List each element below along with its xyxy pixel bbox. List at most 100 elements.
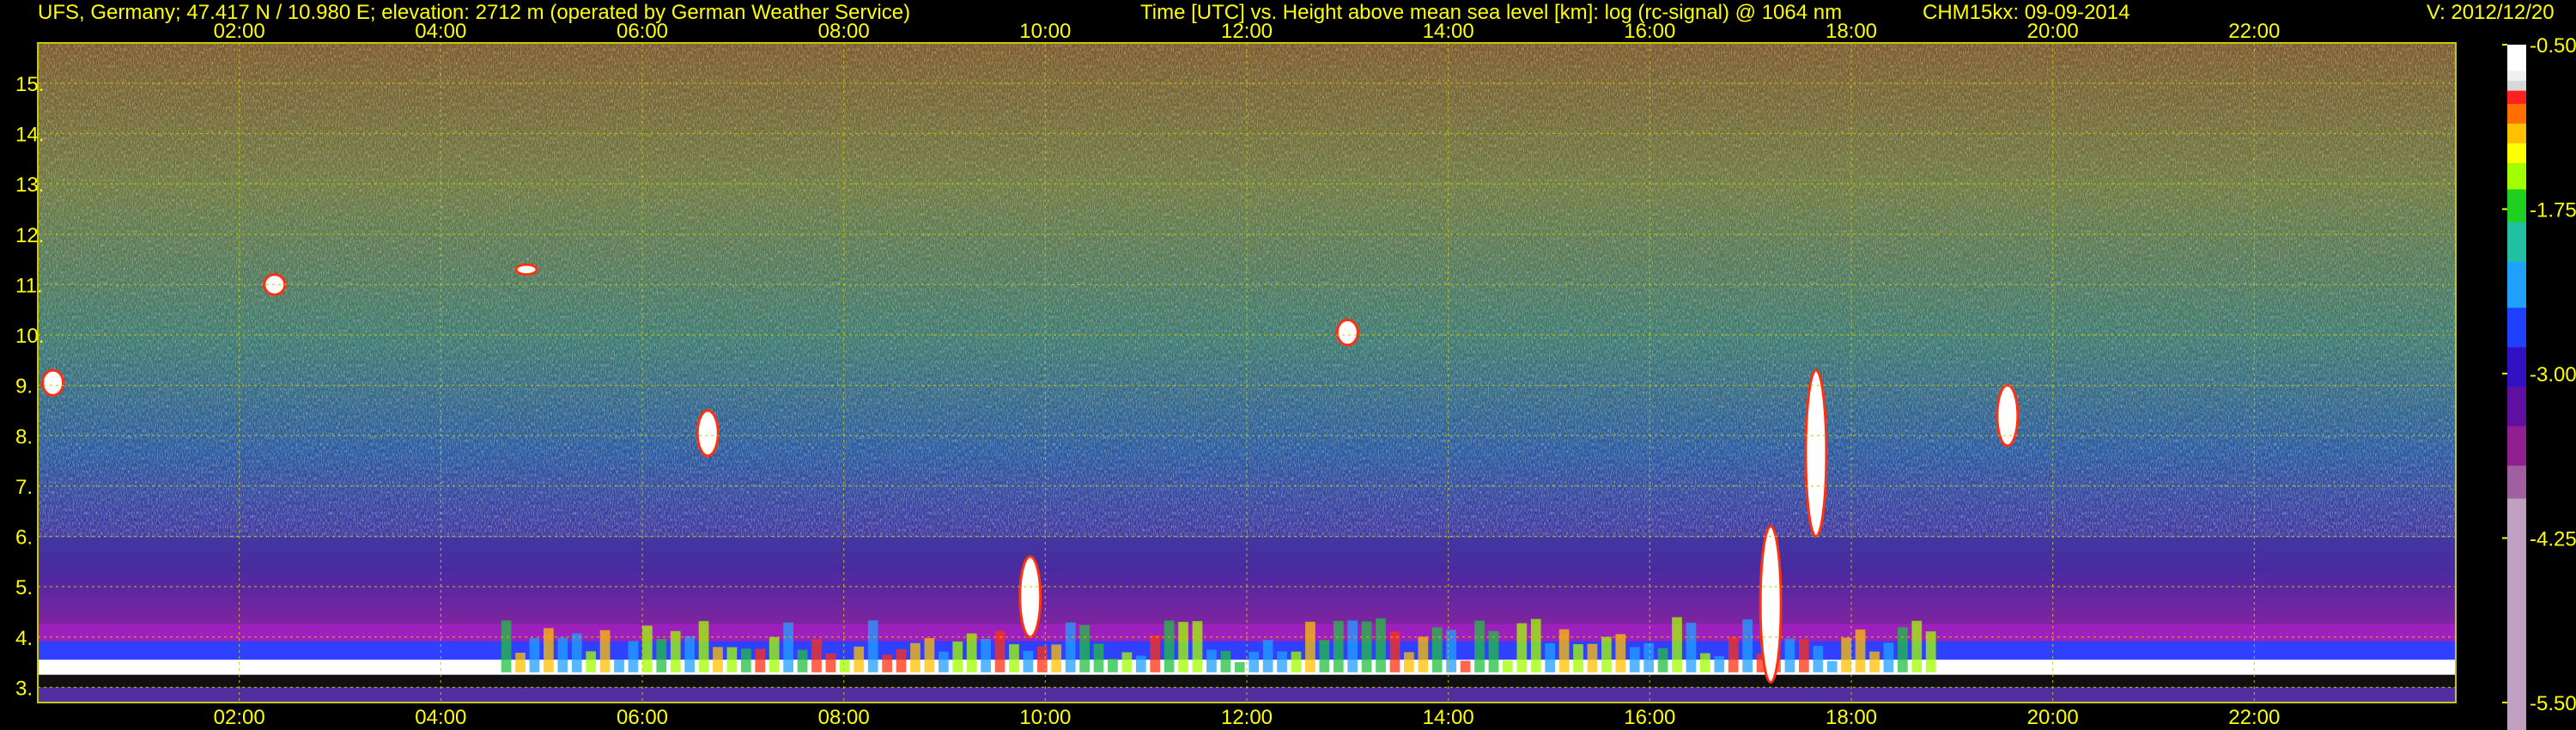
colorbar-segment [2507,426,2526,466]
convective-plume [1615,634,1626,672]
convective-plume [882,654,892,672]
convective-plume [1192,621,1203,672]
convective-plume [1291,651,1302,672]
colorbar-segment [2507,143,2526,164]
convective-plume [1389,631,1400,672]
convective-plume [910,642,920,672]
convective-plume [614,660,624,672]
y-tick-label: 5. [15,576,33,599]
x-tick-label: 16:00 [1624,706,1675,729]
cloud-return [1018,555,1042,639]
colorbar-segment [2507,347,2526,387]
colorbar-segment [2507,261,2526,308]
x-tick-label: 18:00 [1826,20,1877,43]
x-tick-label: 14:00 [1423,706,1474,729]
cloud-return [41,368,65,397]
convective-plume [1234,662,1245,672]
x-tick-label: 04:00 [415,706,466,729]
convective-plume [1206,649,1217,672]
convective-plume [1742,619,1753,672]
convective-plume [1728,636,1739,672]
convective-plume [1587,643,1598,672]
convective-plume [1249,651,1260,672]
convective-plume [1798,639,1809,672]
convective-plume [1813,645,1824,672]
convective-plume [1150,635,1161,672]
colorbar-segment [2507,222,2526,263]
convective-plume [1573,644,1583,672]
convective-plume [1700,653,1710,672]
convective-plume [1503,660,1513,672]
x-tick-label: 10:00 [1019,20,1071,43]
cloud-return [1996,384,2020,447]
convective-plume [769,636,780,672]
convective-plume [544,628,554,672]
convective-plume [1686,623,1697,672]
cloud-return [514,263,538,277]
x-tick-label: 22:00 [2228,706,2280,729]
x-tick-label: 22:00 [2228,20,2280,43]
x-tick-label: 20:00 [2027,706,2079,729]
convective-plume [896,649,907,672]
colorbar-segment [2507,386,2526,427]
convective-plume [599,630,611,672]
x-tick-label: 12:00 [1221,706,1273,729]
y-tick-label: 15. [15,73,44,96]
convective-plume [1277,651,1287,672]
convective-plume [656,639,667,672]
colorbar-label: -4.25 [2530,528,2576,551]
colorbar-label: -3.00 [2530,363,2576,386]
y-tick-label: 4. [15,627,33,650]
convective-plume [1911,620,1923,672]
cloud-return [1804,368,1828,538]
convective-plume [1347,620,1358,672]
colorbar-segment [2507,81,2526,92]
y-tick-label: 10. [15,325,44,348]
convective-plume [1784,638,1795,672]
x-tick-label: 14:00 [1423,20,1474,43]
convective-plume [1601,636,1612,672]
convective-plume [1121,652,1133,672]
convective-plume [1869,651,1880,672]
convective-plume [755,648,766,672]
convective-plume [1361,621,1372,672]
y-tick-label: 8. [15,425,33,448]
convective-plume [1714,655,1725,672]
cloud-return [1759,525,1783,684]
convective-plume [501,620,512,672]
convective-plume [966,633,977,672]
x-tick-label: 04:00 [415,20,466,43]
x-tick-label: 06:00 [617,706,668,729]
convective-plume [1460,660,1471,672]
y-tick-label: 7. [15,476,33,499]
colorbar-segment [2507,307,2526,348]
convective-plume [1333,620,1344,672]
cloud-return [1335,318,1359,347]
convective-plume [1558,629,1570,672]
x-tick-label: 02:00 [214,20,265,43]
x-tick-label: 18:00 [1826,706,1877,729]
x-tick-label: 02:00 [214,706,265,729]
convective-plume [924,638,935,672]
convective-plume [1418,636,1429,672]
convective-plume [1516,623,1528,672]
colorbar-segment [2507,70,2526,82]
convective-plume [952,641,963,672]
y-tick-label: 3. [15,677,33,700]
y-tick-label: 6. [15,526,33,550]
convective-plume [726,647,738,672]
convective-plume [1009,644,1019,672]
convective-plume [811,639,822,672]
convective-plume [557,637,568,672]
convective-plume [1051,644,1062,672]
x-tick-label: 08:00 [818,20,870,43]
convective-plume [1474,620,1485,672]
convective-plume [586,651,597,672]
y-tick-label: 14. [15,124,44,147]
convective-plume [1178,622,1188,672]
convective-plume [825,653,836,672]
colorbar-segment [2507,45,2526,72]
convective-plume [1883,642,1894,672]
aerosol-layer [38,660,2456,675]
cloud-return [696,409,720,458]
